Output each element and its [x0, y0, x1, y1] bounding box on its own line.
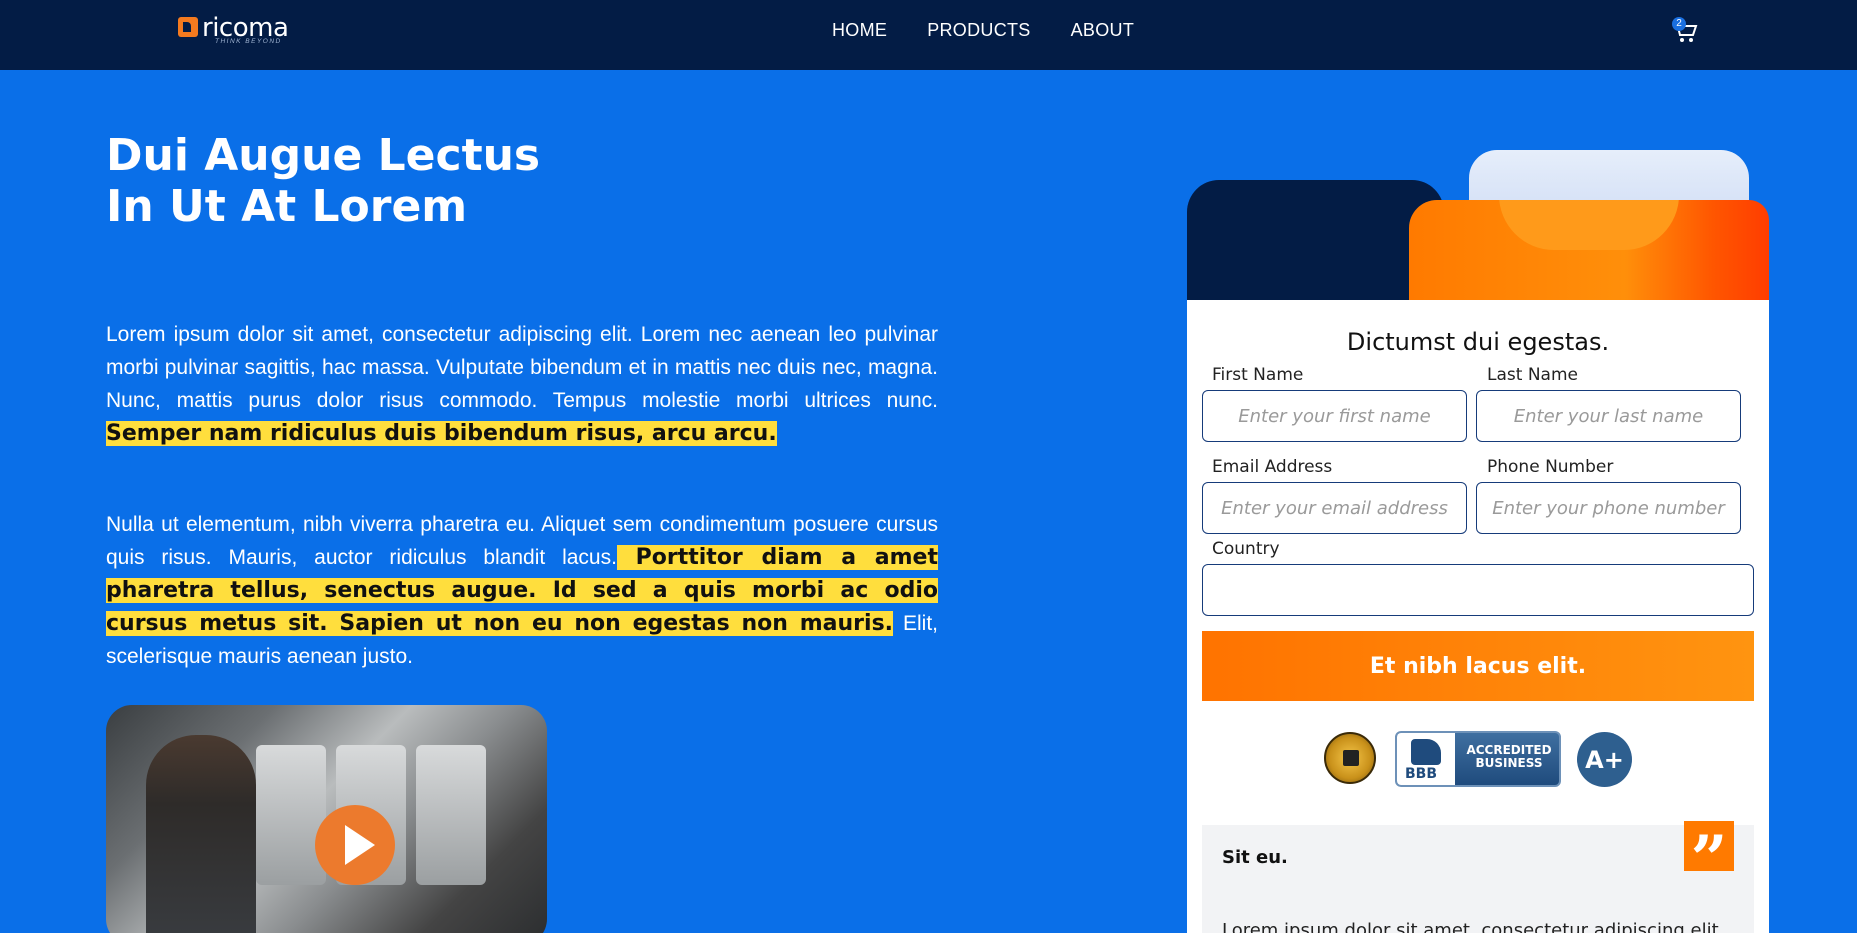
machine-image	[256, 745, 326, 885]
hero-paragraph-2: Nulla ut elementum, nibh viverra pharetr…	[106, 508, 938, 673]
card-decoration	[1409, 200, 1769, 300]
first-name-label: First Name	[1212, 365, 1304, 385]
lock-icon	[1343, 750, 1359, 766]
nav-products[interactable]: PRODUCTS	[927, 20, 1030, 41]
machine-image	[416, 745, 486, 885]
form-title: Dictumst dui egestas.	[1346, 328, 1610, 356]
cart-count-badge: 2	[1672, 17, 1686, 31]
play-icon[interactable]	[315, 805, 395, 885]
email-input[interactable]: Enter your email address	[1202, 482, 1467, 534]
lead-form-card: Dictumst dui egestas. First Name Enter y…	[1187, 300, 1769, 933]
last-name-label: Last Name	[1487, 365, 1578, 385]
bbb-accredited-badge: BBB ACCREDITED BUSINESS	[1395, 731, 1561, 787]
hero-title: Dui Augue Lectus In Ut At Lorem	[106, 130, 706, 232]
paragraph-1-text: Lorem ipsum dolor sit amet, consectetur …	[106, 323, 938, 412]
video-thumbnail[interactable]	[106, 705, 547, 933]
email-label: Email Address	[1212, 457, 1333, 477]
secure-seal-icon	[1324, 732, 1376, 784]
bbb-logo-text: BBB	[1405, 766, 1438, 782]
quote-icon: ”	[1684, 821, 1734, 897]
last-name-input[interactable]: Enter your last name	[1476, 390, 1741, 442]
bbb-torch-icon	[1411, 739, 1441, 765]
testimonial-text: Lorem ipsum dolor sit amet, consectetur …	[1222, 920, 1725, 933]
operator-image	[146, 735, 256, 933]
first-name-input[interactable]: Enter your first name	[1202, 390, 1467, 442]
nav-about[interactable]: ABOUT	[1071, 20, 1135, 41]
top-navbar: ricoma THINK BEYOND HOME PRODUCTS ABOUT …	[0, 0, 1857, 70]
rating-badge: A+	[1577, 732, 1632, 787]
nav-home[interactable]: HOME	[832, 20, 887, 41]
country-label: Country	[1212, 539, 1280, 559]
hero-title-line2: In Ut At Lorem	[106, 181, 468, 232]
card-decoration	[1187, 180, 1444, 300]
ricoma-mark-icon	[178, 17, 198, 37]
submit-button[interactable]: Et nibh lacus elit.	[1202, 631, 1754, 701]
hero-title-line1: Dui Augue Lectus	[106, 130, 541, 181]
ricoma-logo[interactable]: ricoma THINK BEYOND	[178, 15, 289, 47]
phone-label: Phone Number	[1487, 457, 1614, 477]
testimonial-box: Sit eu. Lorem ipsum dolor sit amet, cons…	[1202, 825, 1754, 933]
paragraph-1-highlight: Semper nam ridiculus duis bibendum risus…	[106, 421, 777, 446]
bbb-logo-panel: BBB	[1397, 733, 1455, 785]
phone-input[interactable]: Enter your phone number	[1476, 482, 1741, 534]
logo-tagline: THINK BEYOND	[215, 38, 282, 45]
country-select[interactable]	[1202, 564, 1754, 616]
main-menu: HOME PRODUCTS ABOUT	[832, 20, 1134, 41]
hero-paragraph-1: Lorem ipsum dolor sit amet, consectetur …	[106, 318, 938, 450]
bbb-text: ACCREDITED BUSINESS	[1466, 743, 1552, 770]
testimonial-title: Sit eu.	[1222, 847, 1288, 868]
